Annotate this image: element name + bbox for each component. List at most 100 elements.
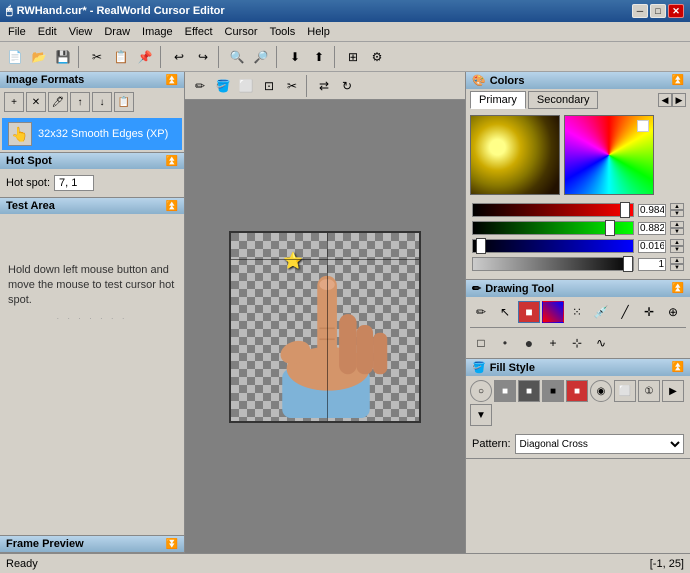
close-button[interactable]: ✕ [668, 4, 684, 18]
dt-spray[interactable]: ⁙ [566, 301, 588, 323]
frame-preview-header[interactable]: Frame Preview ⏬ [0, 536, 184, 552]
fill-tool[interactable]: 🪣 [212, 75, 234, 97]
format-item-xp[interactable]: 👆 32x32 Smooth Edges (XP) [2, 118, 182, 150]
slider-green-value[interactable] [638, 222, 666, 235]
dt-fill[interactable]: ■ [518, 301, 540, 323]
fs-red[interactable]: ■ [566, 380, 588, 402]
slider-row-a: ▲ ▼ [472, 257, 684, 271]
fs-solid-gray[interactable]: ■ [494, 380, 516, 402]
redo-button[interactable]: ↪ [192, 46, 214, 68]
dt-line[interactable]: ╱ [614, 301, 636, 323]
dt-move[interactable]: ✛ [638, 301, 660, 323]
cursor-canvas[interactable]: ⭐ [229, 231, 421, 423]
fs-medium[interactable]: ■ [542, 380, 564, 402]
canvas-area[interactable]: ✏ 🪣 ⬜ ⊡ ✂ ⇄ ↻ ⭐ [185, 72, 465, 553]
eraser-tool[interactable]: ⬜ [235, 75, 257, 97]
spin-red-down[interactable]: ▼ [670, 210, 684, 217]
image-formats-header[interactable]: Image Formats ⏫ [0, 72, 184, 88]
rotate-tool[interactable]: ↻ [336, 75, 358, 97]
hotspot-header[interactable]: Hot Spot ⏫ [0, 153, 184, 169]
fs-arrow-d[interactable]: ▼ [470, 404, 492, 426]
menu-file[interactable]: File [2, 24, 32, 40]
crop-tool[interactable]: ✂ [281, 75, 303, 97]
cut-button[interactable]: ✂ [86, 46, 108, 68]
menu-cursor[interactable]: Cursor [219, 24, 264, 40]
menu-edit[interactable]: Edit [32, 24, 63, 40]
import-button[interactable]: ⬇ [284, 46, 306, 68]
fs-arrow-r[interactable]: ▶ [662, 380, 684, 402]
dt-circle[interactable]: ● [518, 332, 540, 354]
menu-draw[interactable]: Draw [98, 24, 136, 40]
slider-blue-value[interactable] [638, 240, 666, 253]
spin-alpha-up[interactable]: ▲ [670, 257, 684, 264]
spin-green-up[interactable]: ▲ [670, 221, 684, 228]
fs-round[interactable]: ◉ [590, 380, 612, 402]
fs-dark-gray[interactable]: ■ [518, 380, 540, 402]
up-format-button[interactable]: ↑ [70, 92, 90, 112]
pattern-select[interactable]: Diagonal Cross Solid Horizontal Vertical… [515, 434, 684, 454]
undo-button[interactable]: ↩ [168, 46, 190, 68]
spin-alpha-down[interactable]: ▼ [670, 264, 684, 271]
dt-pencil[interactable]: ✏ [470, 301, 492, 323]
dt-square[interactable]: □ [470, 332, 492, 354]
dt-misc[interactable]: ∿ [590, 332, 612, 354]
tab-arrow-left[interactable]: ◀ [658, 93, 672, 107]
copy-format-button[interactable]: 📋 [114, 92, 134, 112]
open-button[interactable]: 📂 [28, 46, 50, 68]
save-button[interactable]: 💾 [52, 46, 74, 68]
spin-blue-up[interactable]: ▲ [670, 239, 684, 246]
add-format-button[interactable]: + [4, 92, 24, 112]
menu-image[interactable]: Image [136, 24, 179, 40]
maximize-button[interactable]: □ [650, 4, 666, 18]
zoom-out-button[interactable]: 🔎 [250, 46, 272, 68]
slider-green[interactable] [472, 221, 634, 235]
mirror-tool[interactable]: ⇄ [313, 75, 335, 97]
dt-plus[interactable]: + [542, 332, 564, 354]
new-button[interactable]: 📄 [4, 46, 26, 68]
spin-green-down[interactable]: ▼ [670, 228, 684, 235]
tab-arrows: ◀ ▶ [658, 93, 686, 107]
export-button[interactable]: ⬆ [308, 46, 330, 68]
test-area-header[interactable]: Test Area ⏫ [0, 198, 184, 214]
resize-button[interactable]: ⊞ [342, 46, 364, 68]
colors-collapse[interactable]: ⏫ [672, 75, 684, 86]
menu-help[interactable]: Help [301, 24, 336, 40]
slider-blue[interactable] [472, 239, 634, 253]
fill-style-collapse[interactable]: ⏫ [672, 362, 684, 373]
tab-primary[interactable]: Primary [470, 91, 526, 109]
pencil-tool[interactable]: ✏ [189, 75, 211, 97]
menu-view[interactable]: View [63, 24, 99, 40]
select-tool[interactable]: ⊡ [258, 75, 280, 97]
spin-blue-down[interactable]: ▼ [670, 246, 684, 253]
fs-num[interactable]: ① [638, 380, 660, 402]
dt-arrow[interactable]: ↖ [494, 301, 516, 323]
secondary-palette[interactable] [564, 115, 654, 195]
slider-red-value[interactable] [638, 204, 666, 217]
slider-alpha-value[interactable] [638, 258, 666, 271]
delete-format-button[interactable]: ✕ [26, 92, 46, 112]
copy-button[interactable]: 📋 [110, 46, 132, 68]
drawing-tool-collapse[interactable]: ⏫ [672, 283, 684, 294]
spin-red-up[interactable]: ▲ [670, 203, 684, 210]
fs-fill2[interactable]: ⬜ [614, 380, 636, 402]
menu-tools[interactable]: Tools [264, 24, 302, 40]
paste-button[interactable]: 📌 [134, 46, 156, 68]
minimize-button[interactable]: ─ [632, 4, 648, 18]
dt-dot[interactable]: • [494, 332, 516, 354]
tab-secondary[interactable]: Secondary [528, 91, 599, 109]
fs-empty-circle[interactable]: ○ [470, 380, 492, 402]
slider-alpha[interactable] [472, 257, 634, 271]
down-format-button[interactable]: ↓ [92, 92, 112, 112]
test-area-content[interactable]: Hold down left mouse button and move the… [0, 214, 184, 334]
tab-arrow-right[interactable]: ▶ [672, 93, 686, 107]
slider-red[interactable] [472, 203, 634, 217]
dt-crosshair[interactable]: ⊕ [662, 301, 684, 323]
menu-effect[interactable]: Effect [179, 24, 219, 40]
zoom-in-button[interactable]: 🔍 [226, 46, 248, 68]
dt-gradient[interactable] [542, 301, 564, 323]
edit-format-button[interactable]: 🖊 [48, 92, 68, 112]
settings-button[interactable]: ⚙ [366, 46, 388, 68]
primary-palette[interactable] [470, 115, 560, 195]
dt-eyedrop[interactable]: 💉 [590, 301, 612, 323]
dt-select2[interactable]: ⊹ [566, 332, 588, 354]
